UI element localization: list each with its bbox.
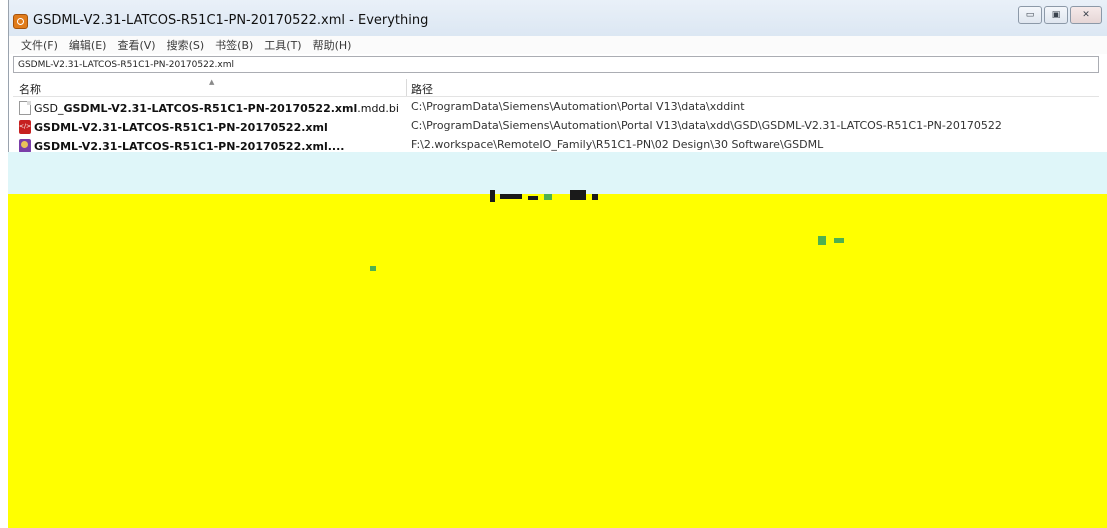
file-icon	[19, 101, 31, 115]
close-button[interactable]: ✕	[1070, 6, 1102, 24]
artifact-mark	[834, 238, 844, 243]
artifact-mark	[500, 194, 522, 199]
artifact-mark	[490, 190, 495, 202]
result-name: GSDML-V2.31-LATCOS-R51C1-PN-20170522.xml…	[34, 139, 345, 153]
artifact-mark	[818, 236, 826, 245]
redaction-overlay	[8, 152, 1107, 528]
window-title: GSDML-V2.31-LATCOS-R51C1-PN-20170522.xml…	[33, 13, 429, 28]
artifact-mark	[528, 196, 538, 200]
menu-search[interactable]: 搜索(S)	[167, 37, 205, 53]
menu-help[interactable]: 帮助(H)	[313, 37, 352, 53]
redaction-band	[8, 152, 1107, 194]
result-name: GSD_GSDML-V2.31-LATCOS-R51C1-PN-20170522…	[34, 101, 399, 115]
artifact-mark	[370, 266, 376, 271]
column-header-name[interactable]: 名称	[19, 81, 41, 97]
result-path: C:\ProgramData\Siemens\Automation\Portal…	[411, 100, 745, 113]
result-name-cell: GSD_GSDML-V2.31-LATCOS-R51C1-PN-20170522…	[19, 100, 399, 116]
results-header: 名称 ▲ 路径	[13, 78, 1099, 97]
everything-app-icon	[13, 14, 28, 29]
result-row[interactable]: GSD_GSDML-V2.31-LATCOS-R51C1-PN-20170522…	[13, 98, 1099, 117]
image-file-icon	[19, 139, 31, 153]
minimize-button[interactable]: ▭	[1018, 6, 1042, 24]
artifact-mark	[544, 194, 552, 200]
search-input[interactable]: GSDML-V2.31-LATCOS-R51C1-PN-20170522.xml	[13, 56, 1099, 73]
column-header-path[interactable]: 路径	[411, 81, 433, 97]
xml-file-icon	[19, 120, 31, 134]
result-row[interactable]: GSDML-V2.31-LATCOS-R51C1-PN-20170522.xml…	[13, 117, 1099, 136]
menu-view[interactable]: 查看(V)	[117, 37, 155, 53]
title-bar[interactable]: GSDML-V2.31-LATCOS-R51C1-PN-20170522.xml…	[9, 0, 1107, 36]
sort-ascending-icon: ▲	[209, 78, 215, 86]
menu-edit[interactable]: 编辑(E)	[69, 37, 107, 53]
menu-file[interactable]: 文件(F)	[21, 37, 58, 53]
artifact-mark	[592, 194, 598, 200]
result-path: C:\ProgramData\Siemens\Automation\Portal…	[411, 119, 1002, 132]
menu-bar: 文件(F) 编辑(E) 查看(V) 搜索(S) 书签(B) 工具(T) 帮助(H…	[9, 36, 1107, 54]
window-controls: ▭ ▣ ✕	[1018, 6, 1102, 24]
menu-bookmarks[interactable]: 书签(B)	[215, 37, 253, 53]
result-name: GSDML-V2.31-LATCOS-R51C1-PN-20170522.xml	[34, 120, 328, 134]
result-name-cell: GSDML-V2.31-LATCOS-R51C1-PN-20170522.xml	[19, 119, 399, 135]
artifact-mark	[570, 190, 586, 200]
column-divider[interactable]	[406, 79, 407, 96]
menu-tools[interactable]: 工具(T)	[264, 37, 301, 53]
maximize-button[interactable]: ▣	[1044, 6, 1068, 24]
